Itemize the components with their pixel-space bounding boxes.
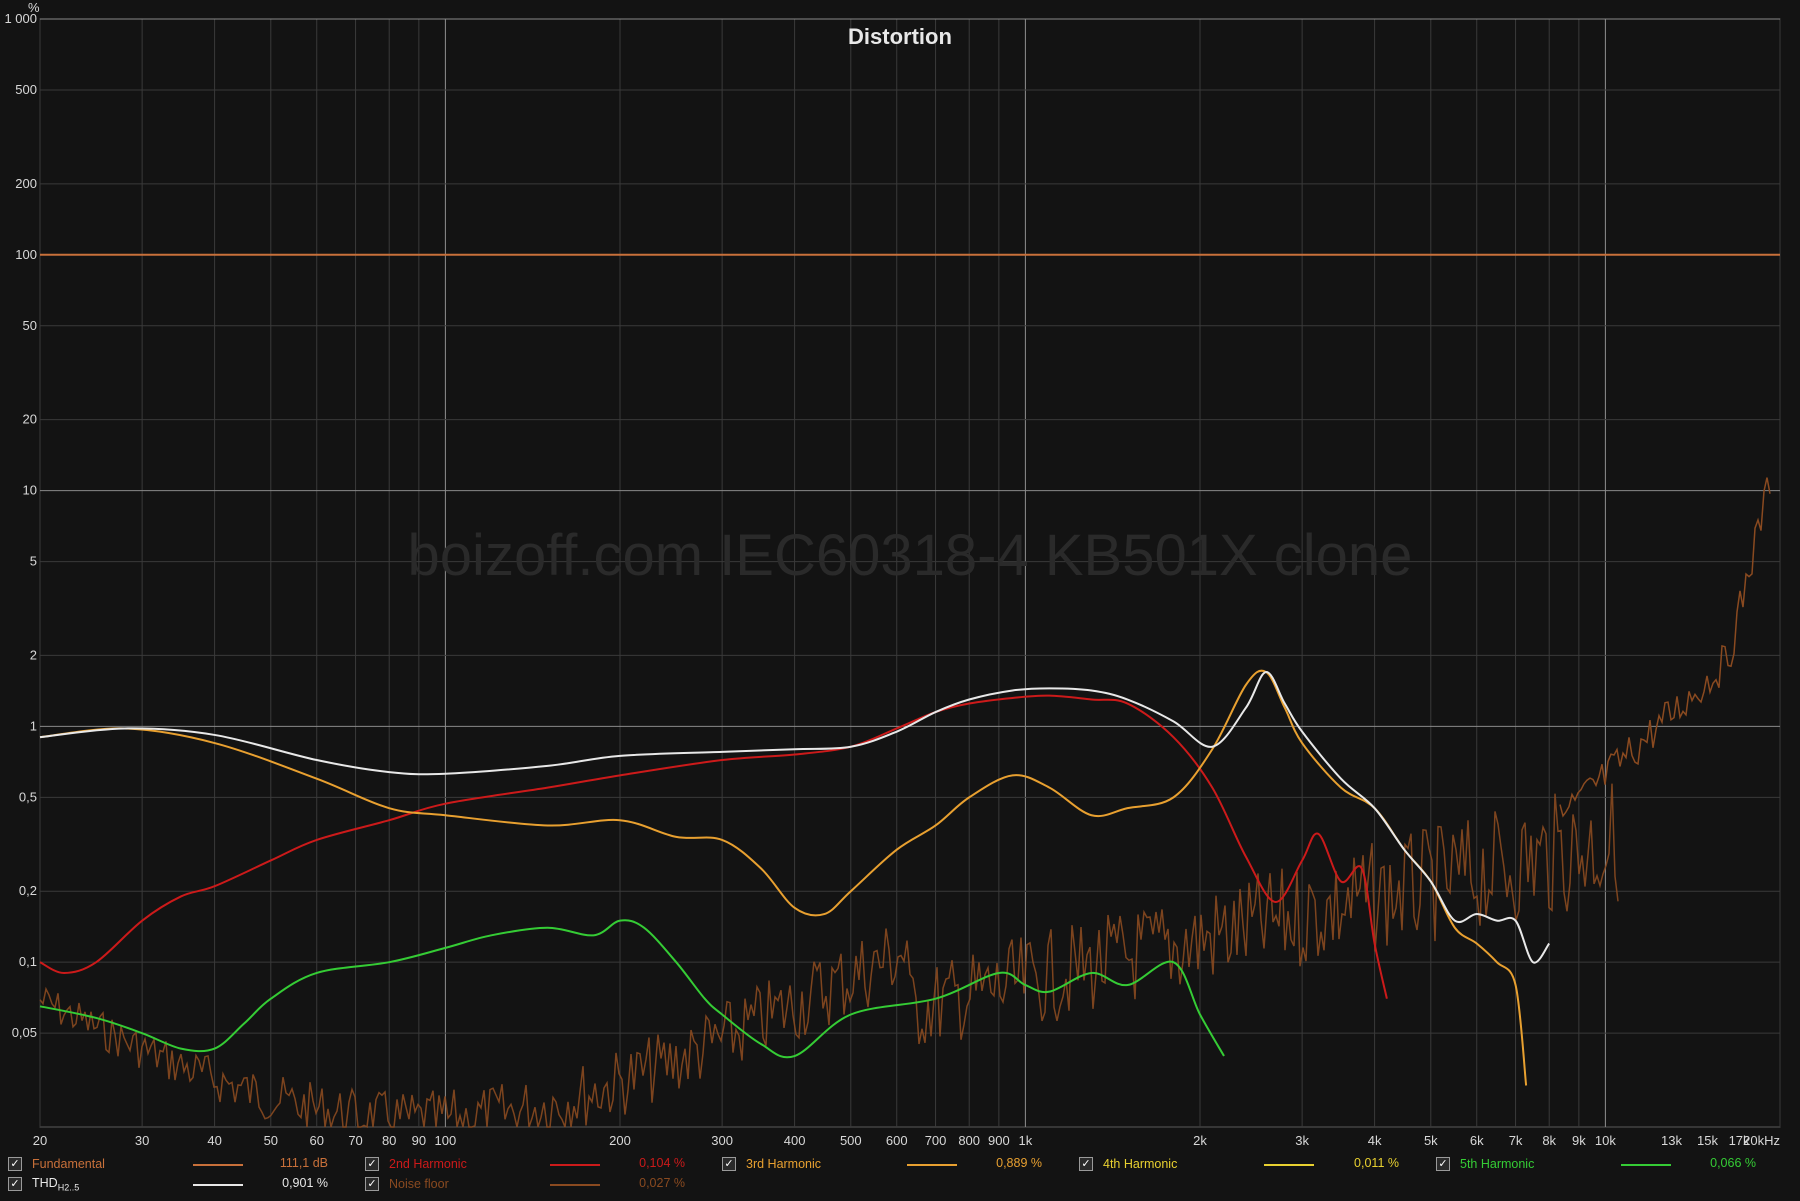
- x-tick-label: 200: [609, 1133, 631, 1148]
- 4th-harmonic-value: 0,011 %: [1354, 1156, 1399, 1170]
- thd-label: THDH2..5: [32, 1175, 80, 1193]
- x-tick-label: 60: [309, 1133, 323, 1148]
- y-tick-label: 200: [15, 176, 37, 191]
- x-tick-label: 4k: [1368, 1133, 1382, 1148]
- 3rd-harmonic-checkbox[interactable]: ✓: [722, 1157, 736, 1171]
- y-unit-label: %: [28, 0, 40, 15]
- x-tick-label: 20kHz: [1743, 1133, 1780, 1148]
- 4th-harmonic-checkbox[interactable]: ✓: [1079, 1157, 1093, 1171]
- y-tick-label: 5: [30, 554, 37, 569]
- x-tick-label: 9k: [1572, 1133, 1586, 1148]
- x-tick-label: 8k: [1542, 1133, 1556, 1148]
- y-tick-label: 0,5: [19, 789, 37, 804]
- noise-floor-value: 0,027 %: [639, 1176, 685, 1190]
- x-tick-label: 1k: [1019, 1133, 1033, 1148]
- 2nd-harmonic-label: 2nd Harmonic: [389, 1157, 467, 1171]
- x-tick-label: 6k: [1470, 1133, 1484, 1148]
- 3rd-harmonic-label: 3rd Harmonic: [746, 1157, 822, 1171]
- thd-swatch: [193, 1184, 243, 1186]
- x-tick-label: 800: [958, 1133, 980, 1148]
- fundamental-checkbox[interactable]: ✓: [8, 1157, 22, 1171]
- fundamental-swatch: [193, 1164, 243, 1166]
- y-tick-label: 1: [30, 718, 37, 733]
- x-tick-label: 90: [412, 1133, 426, 1148]
- x-tick-label: 10k: [1595, 1133, 1616, 1148]
- 5th-harmonic-label: 5th Harmonic: [1460, 1157, 1535, 1171]
- x-tick-label: 40: [207, 1133, 221, 1148]
- 5th-harmonic-value: 0,066 %: [1710, 1156, 1756, 1170]
- y-tick-label: 2: [30, 647, 37, 662]
- legend-2nd-harmonic[interactable]: ✓ 2nd Harmonic: [365, 1154, 467, 1174]
- 4th-harmonic-label: 4th Harmonic: [1103, 1157, 1178, 1171]
- x-tick-label: 5k: [1424, 1133, 1438, 1148]
- x-tick-label: 50: [264, 1133, 278, 1148]
- y-tick-label: 100: [15, 247, 37, 262]
- legend: ✓ Fundamental 111,1 dB ✓ 2nd Harmonic 0,…: [0, 1152, 1800, 1201]
- legend-4th-harmonic[interactable]: ✓ 4th Harmonic: [1079, 1154, 1177, 1174]
- legend-thd[interactable]: ✓ THDH2..5: [8, 1174, 79, 1194]
- 4th-harmonic-swatch: [1264, 1164, 1314, 1166]
- legend-3rd-harmonic[interactable]: ✓ 3rd Harmonic: [722, 1154, 821, 1174]
- y-tick-label: 50: [23, 318, 37, 333]
- 2nd-harmonic-swatch: [550, 1164, 600, 1166]
- x-tick-label: 600: [886, 1133, 908, 1148]
- x-tick-label: 30: [135, 1133, 149, 1148]
- x-tick-label: 900: [988, 1133, 1010, 1148]
- 5th-harmonic-checkbox[interactable]: ✓: [1436, 1157, 1450, 1171]
- y-tick-label: 0,1: [19, 954, 37, 969]
- y-tick-label: 20: [23, 412, 37, 427]
- 2nd-harmonic-checkbox[interactable]: ✓: [365, 1157, 379, 1171]
- x-tick-label: 70: [348, 1133, 362, 1148]
- noise-floor-label: Noise floor: [389, 1177, 449, 1191]
- y-tick-label: 500: [15, 82, 37, 97]
- thd-value: 0,901 %: [282, 1176, 328, 1190]
- 5th-harmonic-swatch: [1621, 1164, 1671, 1166]
- fundamental-value: 111,1 dB: [279, 1156, 328, 1170]
- thd-checkbox[interactable]: ✓: [8, 1177, 22, 1191]
- noise-floor-checkbox[interactable]: ✓: [365, 1177, 379, 1191]
- x-tick-label: 700: [925, 1133, 947, 1148]
- y-tick-label: 0,05: [12, 1025, 37, 1040]
- x-tick-label: 15k: [1697, 1133, 1718, 1148]
- y-tick-label: 10: [23, 483, 37, 498]
- distortion-chart: boizoff.com IEC60318-4 KB501X clone 20 30…: [0, 0, 1800, 1152]
- x-tick-label: 400: [784, 1133, 806, 1148]
- legend-fundamental[interactable]: ✓ Fundamental: [8, 1154, 105, 1174]
- x-tick-label: 3k: [1295, 1133, 1309, 1148]
- x-tick-label: 100: [435, 1133, 457, 1148]
- chart-title: Distortion: [848, 24, 952, 49]
- watermark: boizoff.com IEC60318-4 KB501X clone: [408, 523, 1413, 588]
- x-tick-label: 7k: [1509, 1133, 1523, 1148]
- x-tick-label: 13k: [1661, 1133, 1682, 1148]
- legend-5th-harmonic[interactable]: ✓ 5th Harmonic: [1436, 1154, 1534, 1174]
- 2nd-harmonic-value: 0,104 %: [639, 1156, 685, 1170]
- noise-floor-swatch: [550, 1184, 600, 1186]
- x-tick-label: 300: [711, 1133, 733, 1148]
- y-tick-label: 0,2: [19, 883, 37, 898]
- fundamental-label: Fundamental: [32, 1157, 105, 1171]
- thd-label-sub: H2..5: [57, 1182, 80, 1193]
- 3rd-harmonic-swatch: [907, 1164, 957, 1166]
- x-tick-label: 2k: [1193, 1133, 1207, 1148]
- x-tick-label: 80: [382, 1133, 396, 1148]
- x-tick-label: 20: [33, 1133, 47, 1148]
- legend-noise-floor[interactable]: ✓ Noise floor: [365, 1174, 449, 1194]
- x-tick-label: 500: [840, 1133, 862, 1148]
- 3rd-harmonic-value: 0,889 %: [996, 1156, 1042, 1170]
